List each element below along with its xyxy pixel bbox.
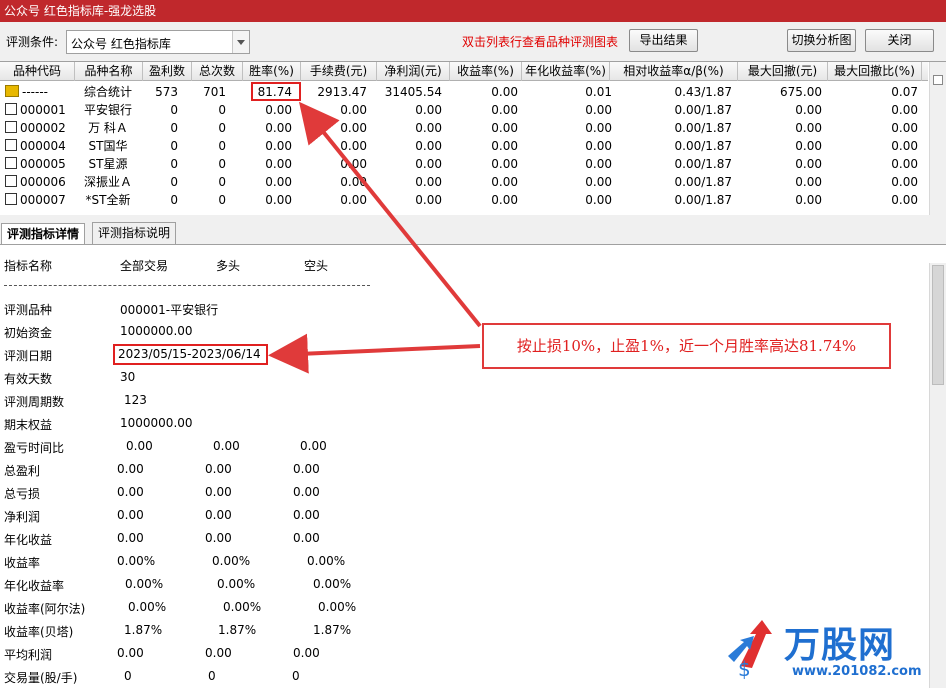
brand-url: www.201082.com [792, 664, 922, 679]
brand-name: 万股网 [784, 625, 896, 666]
brand-watermark: $ 万股网 www.201082.com [720, 616, 940, 682]
annotation-callout: 按止损10%，止盈1%，近一个月胜率高达81.74% [482, 323, 891, 369]
arrow-to-winrate [298, 101, 482, 328]
svg-text:$: $ [738, 657, 751, 681]
brand-logo-icon: $ [728, 620, 772, 681]
arrow-to-date [268, 333, 481, 374]
